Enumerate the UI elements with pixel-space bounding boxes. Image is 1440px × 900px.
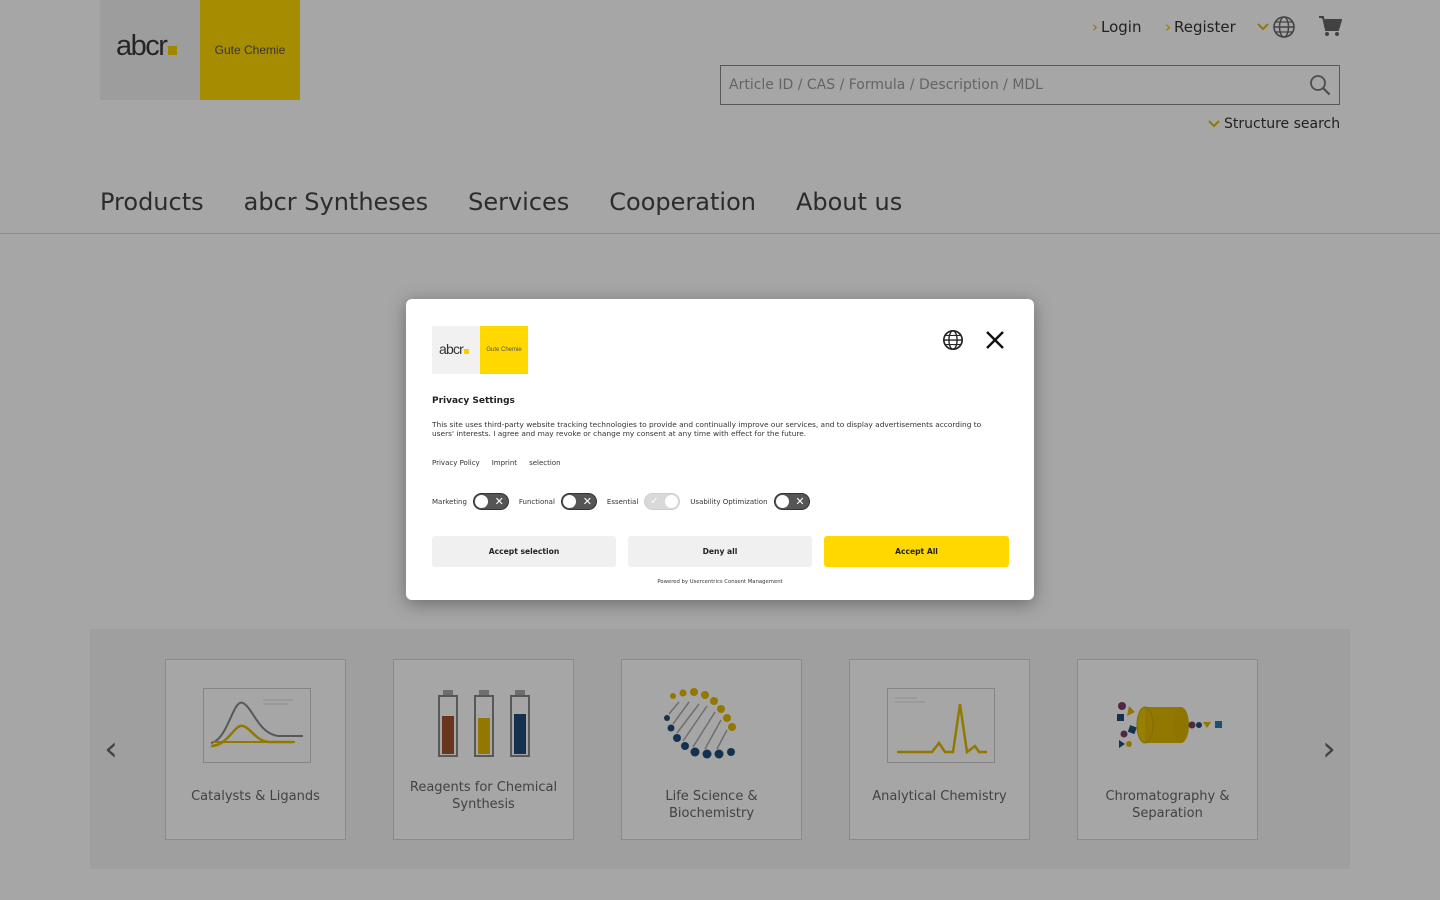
selection-link[interactable]: selection (529, 459, 560, 467)
usability-switch[interactable]: ✕ (773, 493, 810, 510)
accept-selection-button[interactable]: Accept selection (432, 536, 616, 567)
toggle-functional: Functional ✕ (519, 493, 597, 510)
dialog-description: This site uses third-party website track… (432, 420, 982, 438)
check-icon: ✓ (650, 496, 659, 507)
dialog-logo: abcr Gute Chemie (432, 326, 528, 374)
essential-switch: ✓ (644, 493, 681, 510)
close-icon[interactable] (984, 329, 1006, 351)
marketing-switch[interactable]: ✕ (472, 493, 509, 510)
privacy-policy-link[interactable]: Privacy Policy (432, 459, 480, 467)
privacy-consent-dialog: abcr Gute Chemie Privacy Settings This s… (406, 299, 1034, 600)
accept-all-button[interactable]: Accept All (824, 536, 1009, 567)
functional-switch[interactable]: ✕ (560, 493, 597, 510)
x-icon: ✕ (582, 495, 592, 508)
toggle-marketing: Marketing ✕ (432, 493, 509, 510)
x-icon: ✕ (494, 495, 504, 508)
deny-all-button[interactable]: Deny all (628, 536, 812, 567)
imprint-link[interactable]: Imprint (492, 459, 517, 467)
toggle-usability: Usability Optimization ✕ (690, 493, 810, 510)
toggle-essential: Essential ✓ (607, 493, 681, 510)
globe-icon[interactable] (942, 329, 964, 351)
dialog-links: Privacy Policy Imprint selection (432, 459, 573, 467)
powered-by-text: Powered by Usercentrics Consent Manageme… (657, 579, 783, 585)
x-icon: ✕ (795, 495, 805, 508)
consent-toggles: Marketing ✕ Functional ✕ Essential ✓ Usa… (432, 493, 820, 510)
dialog-logo-tagline: Gute Chemie (480, 326, 528, 374)
dialog-title: Privacy Settings (432, 396, 515, 406)
